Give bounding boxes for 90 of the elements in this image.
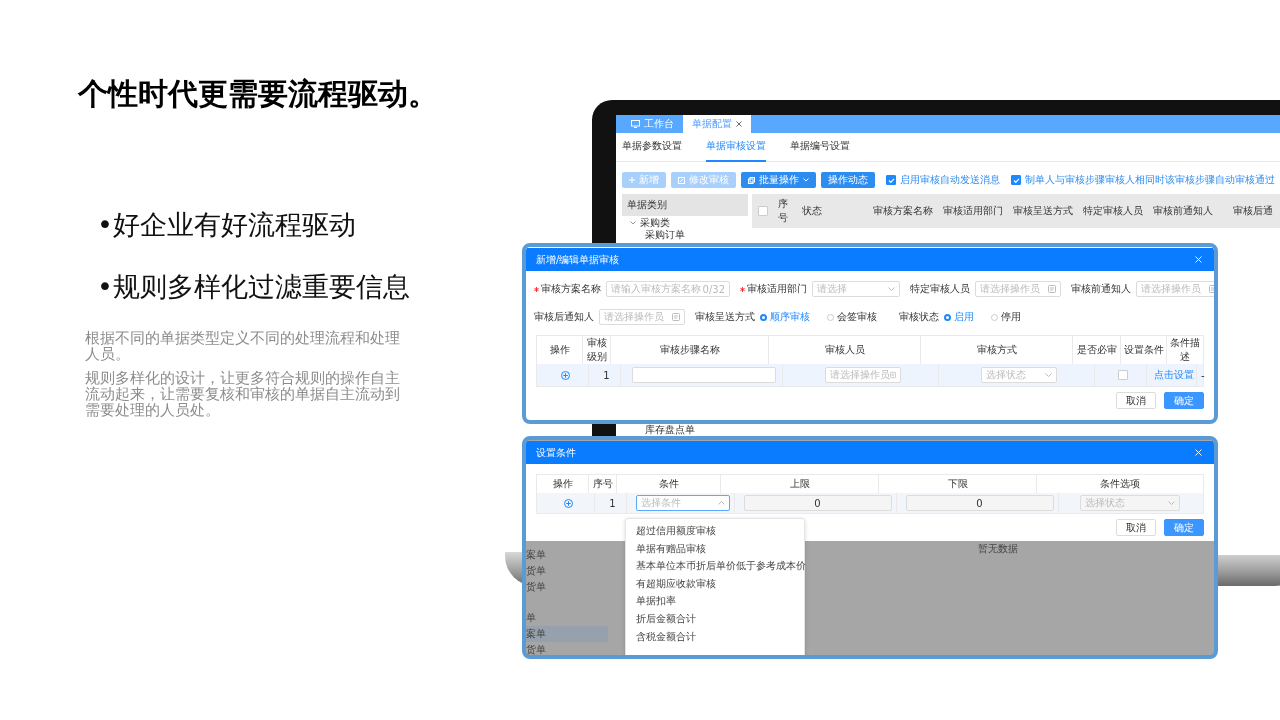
- set-link[interactable]: 点击设置: [1153, 368, 1194, 382]
- close-icon[interactable]: [736, 121, 742, 127]
- number-field[interactable]: 0: [743, 495, 892, 511]
- dropdown-option[interactable]: 单据扣率: [626, 592, 804, 610]
- tab[interactable]: 单据配置: [683, 115, 751, 133]
- column-header: 特定审核人员: [1082, 204, 1144, 218]
- picker-field[interactable]: 请选择操作员: [599, 309, 685, 325]
- column-header: 条件描述: [1169, 336, 1201, 364]
- monitor-icon: [631, 120, 640, 128]
- checkbox[interactable]: [1117, 370, 1128, 380]
- field-label: 审核方案名称: [541, 282, 601, 296]
- empty-text: 暂无数据: [978, 542, 1018, 556]
- field-label: 审核后通知人: [534, 310, 594, 324]
- text-field[interactable]: [631, 367, 776, 383]
- toolbar-button[interactable]: 批量操作: [741, 172, 816, 188]
- add-circle-icon[interactable]: [564, 498, 573, 508]
- cancel-button[interactable]: 取消: [1116, 392, 1156, 409]
- dialog-title: 设置条件: [536, 445, 576, 460]
- dropdown-option[interactable]: 有超期应收款审核: [626, 574, 804, 593]
- field-label: 审核状态: [899, 310, 939, 324]
- select-field[interactable]: 选择状态: [980, 367, 1057, 383]
- caret-down-icon: [888, 287, 895, 291]
- paragraph: 根据不同的单据类型定义不同的处理流程和处理人员。: [85, 330, 401, 362]
- caret-icon: [803, 178, 809, 182]
- picker-field[interactable]: 请选择操作员: [824, 367, 901, 383]
- field-label: 特定审核人员: [910, 282, 970, 296]
- cancel-button[interactable]: 取消: [1116, 519, 1156, 536]
- paragraph: 规则多样化的设计，让更多符合规则的操作自主流动起来，让需要复核和审核的单据自主流动到需要处理的人员处。: [85, 370, 401, 418]
- select-field[interactable]: 选择条件: [635, 495, 730, 511]
- tree-item: 案单: [526, 548, 546, 562]
- picker-field[interactable]: 请选择操作员: [1136, 281, 1214, 297]
- dropdown-option[interactable]: 折后金额合计: [626, 609, 804, 628]
- tree-item: 货单: [526, 580, 546, 594]
- document-icon: [889, 371, 896, 379]
- table-cell: -: [1201, 369, 1205, 381]
- add-circle-icon[interactable]: [561, 370, 570, 380]
- select-field[interactable]: 请选择: [812, 281, 900, 297]
- caret-down-icon: [1044, 373, 1052, 377]
- radio-option[interactable]: 顺序审核: [760, 310, 810, 324]
- radio-option[interactable]: 启用: [944, 310, 974, 324]
- dropdown-option[interactable]: 含税金额合计: [626, 627, 804, 646]
- sub-tab[interactable]: 单据审核设置: [706, 132, 766, 162]
- column-header: 序号: [777, 197, 789, 225]
- slide-title: 个性时代更需要流程驱动。: [78, 75, 439, 113]
- field-label: 审核呈送方式: [695, 310, 755, 324]
- field-label: 审核前通知人: [1071, 282, 1131, 296]
- tree-item: 案单: [526, 626, 608, 642]
- radio-option[interactable]: 会签审核: [827, 310, 877, 324]
- dropdown-option[interactable]: 基本单位本币折后单价低于参考成本价: [626, 557, 804, 575]
- confirm-button[interactable]: 确定: [1164, 519, 1204, 536]
- table-cell: 1: [603, 369, 610, 381]
- confirm-button[interactable]: 确定: [1164, 392, 1204, 409]
- tree-item: 货单: [526, 643, 547, 655]
- edit-icon: [678, 176, 685, 184]
- checkbox[interactable]: [758, 206, 768, 216]
- radio-option[interactable]: 停用: [991, 310, 1021, 324]
- tree-item: 货单: [526, 564, 546, 578]
- checkbox[interactable]: [886, 175, 896, 185]
- panel-header: 单据类别: [622, 194, 748, 216]
- tree-item: 单: [526, 611, 537, 625]
- tree-item[interactable]: 采购类: [622, 216, 748, 229]
- column-header: 审核后通: [1232, 204, 1274, 218]
- field-label: 审核适用部门: [747, 282, 807, 296]
- column-header: 审核方案名称: [872, 204, 934, 218]
- column-header: 审核前通知人: [1152, 204, 1214, 218]
- caret-down-icon: [1168, 501, 1175, 505]
- document-icon: [672, 313, 680, 321]
- sub-tab[interactable]: 单据参数设置: [622, 132, 682, 162]
- tree-item[interactable]: 库存盘点单: [622, 424, 748, 435]
- sub-tab[interactable]: 单据编号设置: [790, 132, 850, 162]
- tab[interactable]: 工作台: [622, 115, 683, 133]
- document-icon: [1048, 285, 1056, 293]
- toolbar-button[interactable]: 操作动态: [821, 172, 875, 188]
- dropdown-option[interactable]: 单据有赠品审核: [626, 539, 804, 558]
- bullet-point: •规则多样化过滤重要信息: [97, 270, 411, 304]
- tree-item[interactable]: 采购订单: [622, 229, 748, 240]
- caret-up-icon: [717, 501, 725, 505]
- column-header: 审核呈送方式: [1012, 204, 1074, 218]
- checkbox[interactable]: [1011, 175, 1021, 185]
- number-field[interactable]: 0: [905, 495, 1054, 511]
- table-cell: 1: [609, 497, 616, 509]
- plus-icon: [629, 177, 635, 183]
- dropdown-option[interactable]: 超过信用额度审核: [626, 522, 804, 540]
- dialog-title: 新增/编辑单据审核: [536, 252, 620, 267]
- column-header: 审核适用部门: [942, 204, 1004, 218]
- bullet-point: •好企业有好流程驱动: [97, 208, 357, 242]
- picker-field[interactable]: 请选择操作员: [975, 281, 1061, 297]
- copy-icon: [748, 176, 755, 184]
- column-header: 条件选项: [1099, 477, 1141, 491]
- column-header: 状态: [801, 204, 823, 218]
